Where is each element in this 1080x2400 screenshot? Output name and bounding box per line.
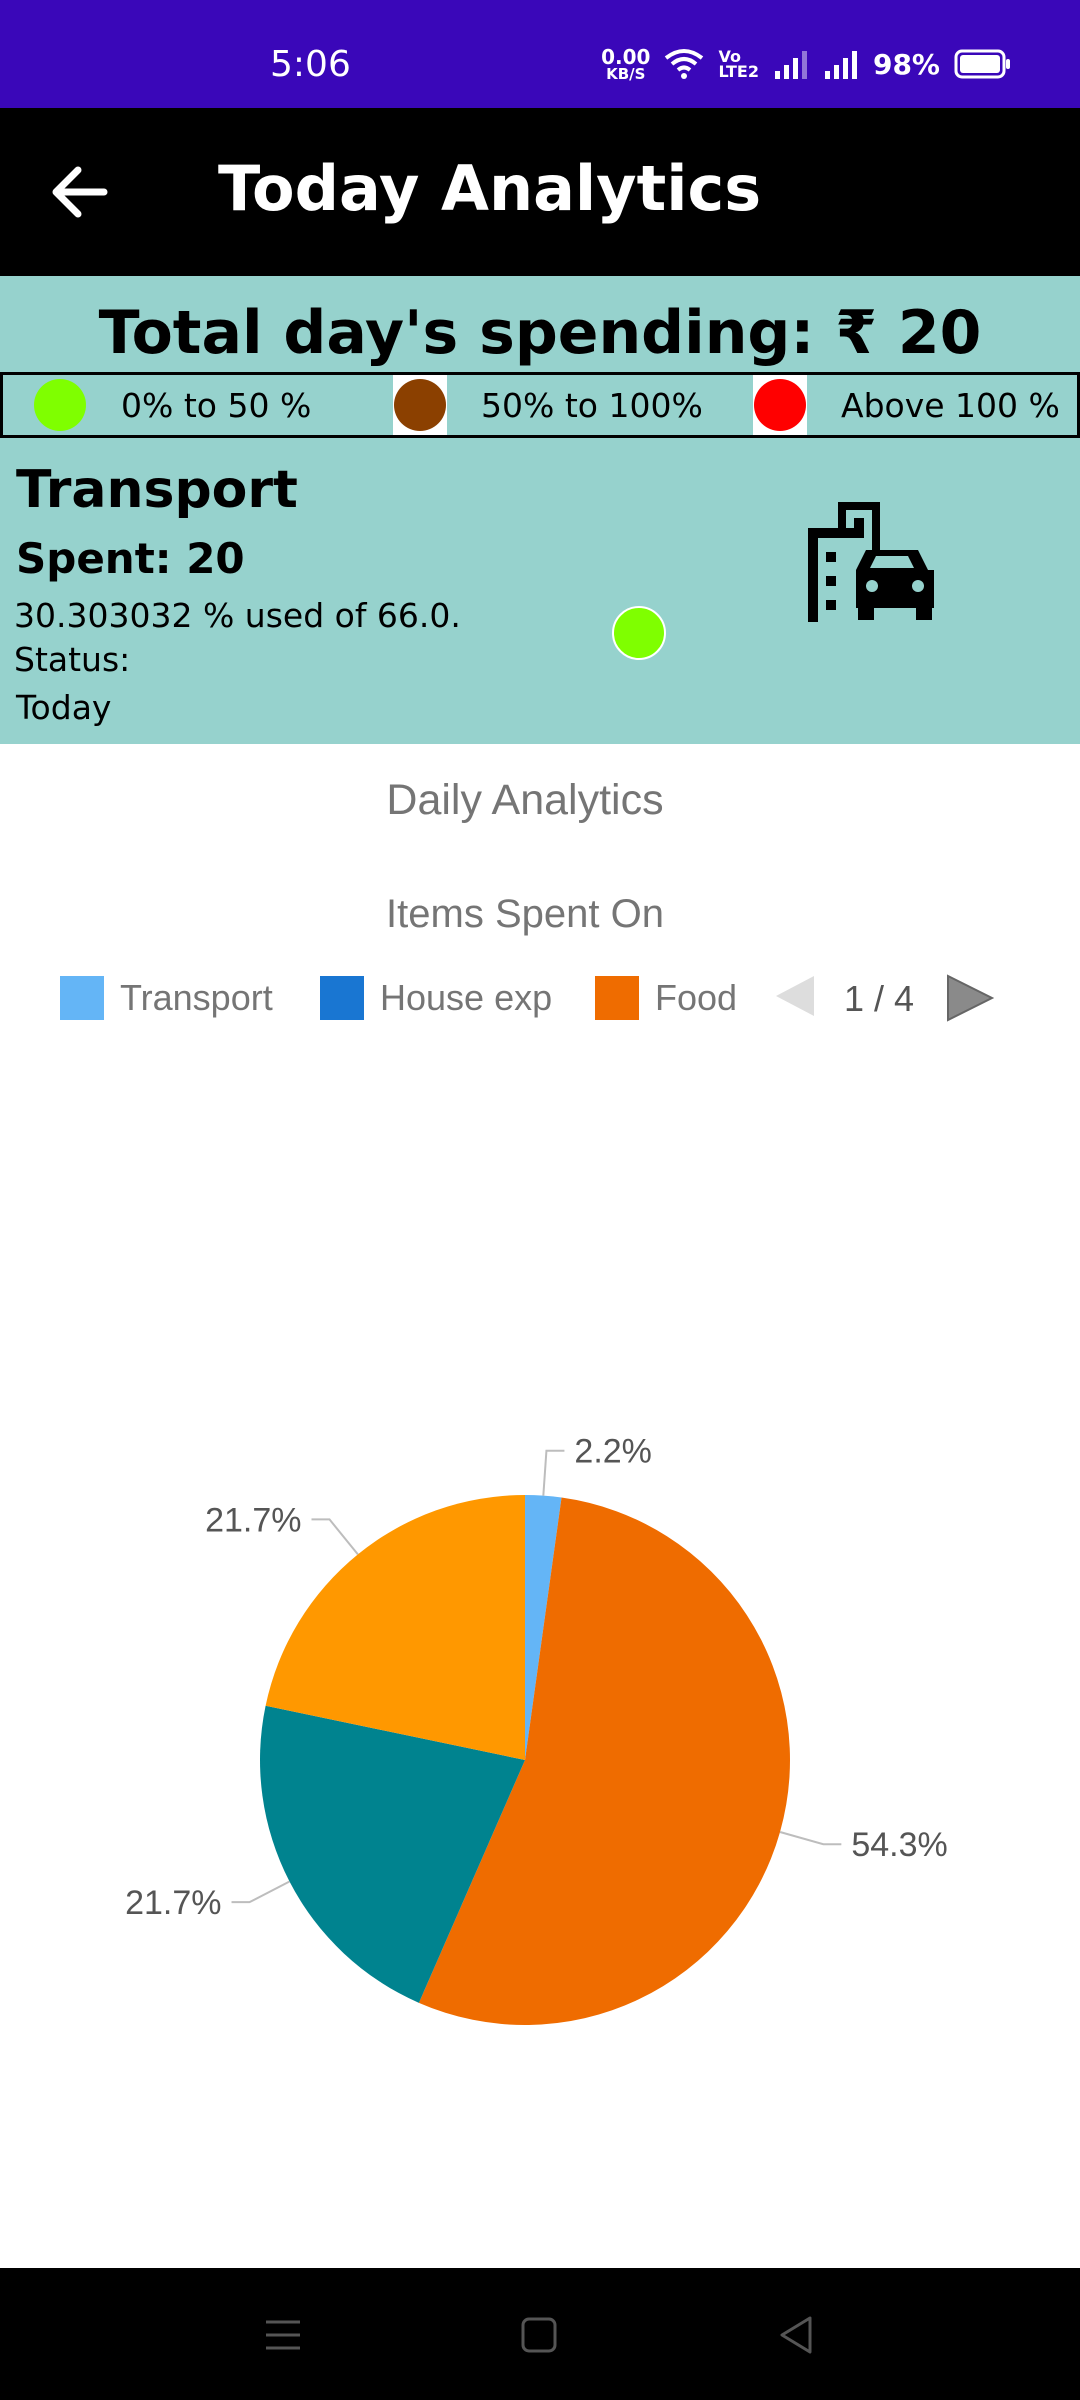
daily-summary-panel: Total day's spending: ₹ 20 0% to 50 % 50… bbox=[0, 276, 1080, 744]
back-triangle-icon[interactable] bbox=[772, 2310, 822, 2360]
status-legend-label: 50% to 100% bbox=[481, 385, 703, 425]
network-speed-unit: KB/S bbox=[606, 64, 646, 83]
status-bar: 5:06 0.00 KB/S Vo LTE2 98% bbox=[0, 0, 1080, 108]
status-legend-item-low: 0% to 50 % bbox=[33, 375, 311, 435]
red-dot-icon bbox=[754, 379, 806, 431]
legend-label: Food bbox=[655, 977, 738, 1018]
city-car-icon bbox=[808, 502, 934, 622]
pie-slice-label: 21.7% bbox=[205, 1501, 301, 1539]
battery-percent: 98% bbox=[872, 47, 940, 81]
status-legend-item-mid: 50% to 100% bbox=[393, 375, 703, 435]
green-dot-icon bbox=[34, 379, 86, 431]
network-speed: 0.00 KB/S bbox=[601, 47, 650, 82]
back-arrow-icon[interactable] bbox=[40, 152, 120, 232]
category-name: Transport bbox=[16, 460, 298, 520]
category-percent-used: 30.303032 % used of 66.0. bbox=[14, 596, 461, 635]
legend-prev-icon[interactable] bbox=[774, 974, 818, 1018]
legend-swatch bbox=[320, 976, 364, 1020]
system-nav-bar bbox=[0, 2268, 1080, 2400]
pie-chart: 2.2% 54.3% 21.7% 21.7% bbox=[125, 1433, 948, 2025]
signal-icon-1 bbox=[774, 51, 807, 79]
chart-subtitle: Items Spent On bbox=[386, 892, 664, 936]
legend-swatch bbox=[60, 976, 104, 1020]
pie-slice-label: 2.2% bbox=[574, 1433, 652, 1471]
battery-icon bbox=[954, 49, 1010, 79]
legend-item-house-exp[interactable]: House exp bbox=[320, 976, 552, 1020]
pie-leader-line bbox=[779, 1831, 842, 1846]
home-square-icon[interactable] bbox=[514, 2310, 564, 2360]
status-legend-label: 0% to 50 % bbox=[121, 385, 312, 425]
chart-title: Daily Analytics bbox=[386, 776, 664, 824]
volte-bottom: LTE2 bbox=[718, 62, 759, 81]
category-period: Today bbox=[16, 688, 112, 727]
chart-legend: Transport House exp Food 1 / 4 bbox=[0, 970, 1080, 1026]
pie-leader-line bbox=[231, 1880, 290, 1904]
pie-leader-line bbox=[542, 1449, 565, 1496]
status-legend-label: Above 100 % bbox=[841, 385, 1060, 425]
pie-slice-label: 54.3% bbox=[851, 1826, 947, 1864]
brown-dot-icon bbox=[394, 379, 446, 431]
legend-item-transport[interactable]: Transport bbox=[60, 976, 273, 1020]
page-title: Today Analytics bbox=[218, 152, 762, 225]
status-indicator-dot bbox=[612, 606, 666, 660]
status-icons: 0.00 KB/S Vo LTE2 98% bbox=[601, 40, 1012, 88]
total-spending: Total day's spending: ₹ 20 bbox=[98, 298, 982, 368]
volte-indicator: Vo LTE2 bbox=[718, 48, 759, 81]
status-time: 5:06 bbox=[270, 44, 351, 85]
legend-item-food[interactable]: Food bbox=[595, 976, 737, 1020]
legend-swatch bbox=[595, 976, 639, 1020]
pie-leader-line bbox=[311, 1518, 359, 1555]
status-legend: 0% to 50 % 50% to 100% Above 100 % bbox=[0, 372, 1080, 438]
menu-icon[interactable] bbox=[258, 2310, 308, 2360]
signal-icon-2 bbox=[824, 51, 857, 79]
category-status-label: Status: bbox=[14, 640, 131, 679]
app-bar: Today Analytics bbox=[0, 108, 1080, 276]
status-legend-item-high: Above 100 % bbox=[753, 375, 1060, 435]
category-spent: Spent: 20 bbox=[16, 534, 245, 583]
network-speed-value: 0.00 bbox=[601, 44, 651, 69]
legend-label: Transport bbox=[120, 977, 273, 1018]
legend-label: House exp bbox=[380, 977, 553, 1018]
wifi-icon bbox=[665, 49, 704, 79]
legend-next-icon[interactable] bbox=[944, 974, 994, 1022]
legend-page-indicator: 1 / 4 bbox=[844, 978, 915, 1019]
pie-slice-label: 21.7% bbox=[125, 1884, 221, 1922]
